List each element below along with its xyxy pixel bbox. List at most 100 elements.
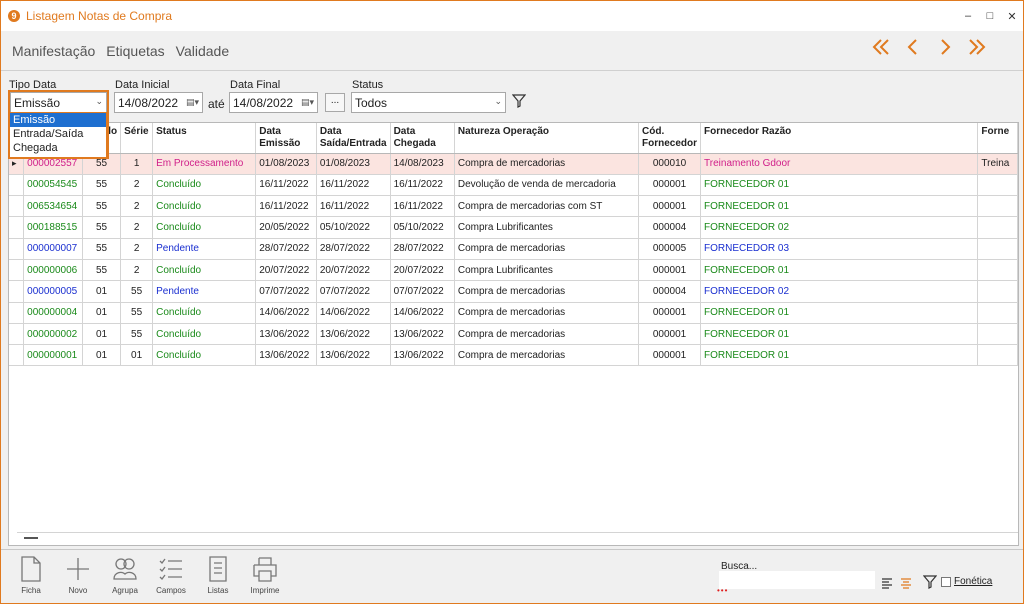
ficha-label: Ficha: [21, 586, 41, 595]
agrupa-button[interactable]: Agrupa: [105, 555, 145, 595]
cod-fornecedor-cell: 000001: [638, 302, 702, 324]
filter-icon[interactable]: [922, 575, 938, 592]
ficha-button[interactable]: Ficha: [11, 555, 51, 595]
data-final-field[interactable]: 14/08/2022 ▤▾: [229, 92, 318, 113]
table-row[interactable]: 000000002 01 55 Concluído 13/06/2022 13/06/20…: [9, 323, 1018, 346]
cod-fornecedor-cell: 000004: [638, 216, 702, 239]
row-indicator: [9, 280, 25, 303]
saida-entrada-header[interactable]: Data Saída/Entrada: [316, 123, 391, 154]
fonetica-checkbox[interactable]: [941, 577, 951, 587]
table-row[interactable]: 000188515 55 2 Concluído 20/05/2022 05/10/202…: [9, 216, 1018, 239]
serie-cell: 01: [120, 344, 154, 367]
imprime-button[interactable]: Imprime: [245, 555, 285, 595]
chegada-cell: 07/07/2022: [390, 280, 455, 303]
title-bar: 9 Listagem Notas de Compra – □ ✕: [1, 1, 1023, 31]
modelo-cell: 55: [82, 238, 122, 260]
row-indicator: [9, 259, 25, 282]
fornecedor-extra-header-line1: Forne: [981, 126, 1010, 137]
tipo-data-option-emissao[interactable]: Emissão: [10, 113, 106, 127]
menu-validade[interactable]: Validade: [176, 43, 229, 59]
emissao-cell: 20/07/2022: [255, 259, 317, 282]
novo-button[interactable]: Novo: [58, 555, 98, 595]
saida-entrada-header-line2: Saída/Entrada: [319, 138, 387, 149]
cod-fornecedor-cell: 000005: [638, 238, 702, 260]
table-row[interactable]: 006534654 55 2 Concluído 16/11/2022 16/11/202…: [9, 195, 1018, 218]
menu-manifestacao[interactable]: Manifestação: [12, 43, 95, 59]
saida-entrada-cell: 20/07/2022: [316, 259, 391, 282]
double-chevron-left-icon[interactable]: [865, 34, 897, 60]
serie-cell: 55: [120, 280, 154, 303]
tipo-data-option-chegada[interactable]: Chegada: [10, 141, 106, 155]
close-icon[interactable]: ✕: [1001, 10, 1023, 23]
menu-etiquetas[interactable]: Etiquetas: [106, 43, 164, 59]
table-row[interactable]: 000054545 55 2 Concluído 16/11/2022 16/11/202…: [9, 174, 1018, 197]
fornecedor-razao-cell: FORNECEDOR 01: [700, 195, 979, 218]
natureza-header[interactable]: Natureza Operação: [454, 123, 640, 154]
status-cell: Pendente: [152, 280, 257, 303]
period-button[interactable]: ...: [325, 93, 345, 112]
status-header-line1: Status: [156, 126, 187, 137]
listas-button[interactable]: Listas: [198, 555, 238, 595]
align-left-icon[interactable]: [881, 577, 893, 592]
row-indicator: [9, 344, 25, 367]
numero-cell: 006534654: [23, 195, 83, 218]
cod-fornecedor-cell: 000001: [638, 259, 702, 282]
maximize-icon[interactable]: □: [979, 10, 1001, 22]
double-chevron-right-icon[interactable]: [961, 34, 993, 60]
fornecedor-extra-cell: [977, 259, 1018, 282]
table-header-row: do Série Status Data Emissão Data Saída/Entrad…: [9, 123, 1018, 154]
chegada-header[interactable]: Data Chegada: [390, 123, 455, 154]
minimize-icon[interactable]: –: [957, 10, 979, 22]
emissao-cell: 28/07/2022: [255, 238, 317, 260]
saida-entrada-cell: 01/08/2023: [316, 153, 391, 175]
fornecedor-extra-header[interactable]: Forne: [977, 123, 1018, 154]
status-select[interactable]: Todos ⌄: [351, 92, 506, 113]
cod-fornecedor-header[interactable]: Cód. Fornecedor: [638, 123, 702, 154]
fornecedor-extra-cell: [977, 195, 1018, 218]
chevron-right-icon[interactable]: [929, 34, 961, 60]
row-indicator: [9, 302, 25, 324]
saida-entrada-header-line1: Data: [319, 126, 342, 137]
table-row[interactable]: 000000004 01 55 Concluído 14/06/2022 14/06/20…: [9, 302, 1018, 324]
cod-fornecedor-cell: 000001: [638, 195, 702, 218]
table-row[interactable]: 000000006 55 2 Concluído 20/07/2022 20/07/202…: [9, 259, 1018, 282]
status-header[interactable]: Status: [152, 123, 257, 154]
serie-header[interactable]: Série: [120, 123, 154, 154]
status-cell: Concluído: [152, 344, 257, 367]
status-cell: Em Processamento: [152, 153, 257, 175]
emissao-header[interactable]: Data Emissão: [255, 123, 317, 154]
fornecedor-extra-cell: [977, 238, 1018, 260]
record-navigation: [865, 34, 993, 60]
tipo-data-select[interactable]: Emissão ⌄: [10, 92, 107, 113]
table-row[interactable]: ▸ 000002557 55 1 Em Processamento 01/08/2023 0…: [9, 153, 1018, 175]
align-center-icon[interactable]: [900, 577, 912, 592]
saida-entrada-cell: 14/06/2022: [316, 302, 391, 324]
table-row[interactable]: 000000005 01 55 Pendente 07/07/2022 07/07/202…: [9, 280, 1018, 303]
campos-button[interactable]: Campos: [151, 555, 191, 595]
status-cell: Concluído: [152, 174, 257, 197]
chevron-left-icon[interactable]: [897, 34, 929, 60]
data-inicial-field[interactable]: 14/08/2022 ▤▾: [114, 92, 203, 113]
saida-entrada-cell: 13/06/2022: [316, 323, 391, 346]
modelo-cell: 01: [82, 302, 122, 324]
chegada-header-line1: Data: [393, 126, 416, 137]
data-final-label: Data Final: [230, 79, 281, 91]
filter-icon[interactable]: [511, 94, 527, 111]
fornecedor-razao-cell: FORNECEDOR 01: [700, 302, 979, 324]
emissao-cell: 07/07/2022: [255, 280, 317, 303]
tipo-data-option-entrada-saida[interactable]: Entrada/Saída: [10, 127, 106, 141]
calendar-dropdown-icon[interactable]: ▤▾: [301, 97, 314, 108]
emissao-cell: 13/06/2022: [255, 344, 317, 367]
emissao-cell: 20/05/2022: [255, 216, 317, 239]
table-row[interactable]: 000000001 01 01 Concluído 13/06/2022 13/06/20…: [9, 344, 1018, 367]
fornecedor-razao-cell: FORNECEDOR 02: [700, 216, 979, 239]
tipo-data-label: Tipo Data: [9, 79, 57, 91]
table-row[interactable]: 000000007 55 2 Pendente 28/07/2022 28/07/2022…: [9, 238, 1018, 260]
calendar-dropdown-icon[interactable]: ▤▾: [186, 97, 199, 108]
saida-entrada-cell: 05/10/2022: [316, 216, 391, 239]
serie-cell: 1: [120, 153, 154, 175]
fornecedor-razao-header[interactable]: Fornecedor Razão: [700, 123, 979, 154]
search-input[interactable]: [719, 571, 875, 589]
chevron-down-icon: ⌄: [95, 96, 103, 106]
status-cell: Concluído: [152, 216, 257, 239]
